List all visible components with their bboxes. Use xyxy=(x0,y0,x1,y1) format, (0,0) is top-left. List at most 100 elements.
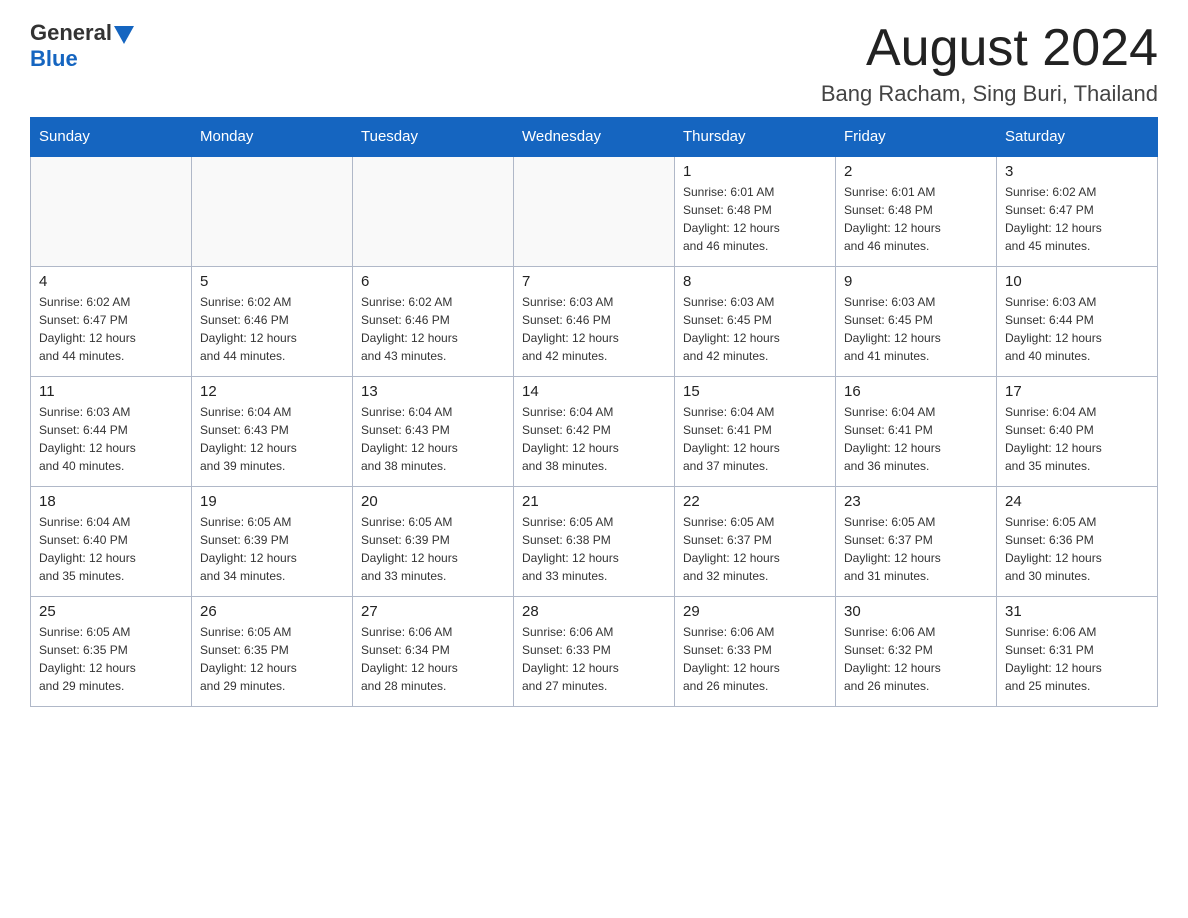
logo-triangle-icon xyxy=(114,26,134,44)
header-day-tuesday: Tuesday xyxy=(353,118,514,157)
calendar-cell: 11 Sunrise: 6:03 AM Sunset: 6:44 PM Dayli… xyxy=(31,376,192,486)
day-info: Sunrise: 6:05 AM Sunset: 6:39 PM Dayligh… xyxy=(200,513,344,585)
calendar-cell: 27 Sunrise: 6:06 AM Sunset: 6:34 PM Dayli… xyxy=(353,596,514,706)
day-info: Sunrise: 6:03 AM Sunset: 6:44 PM Dayligh… xyxy=(39,403,183,475)
calendar-cell: 15 Sunrise: 6:04 AM Sunset: 6:41 PM Dayli… xyxy=(675,376,836,486)
day-number: 31 xyxy=(1005,603,1149,620)
calendar-cell: 18Sunrise: 6:04 AM Sunset: 6:40 PM Dayli… xyxy=(31,486,192,596)
day-number: 22 xyxy=(683,493,827,510)
day-info: Sunrise: 6:05 AM Sunset: 6:35 PM Dayligh… xyxy=(39,623,183,695)
day-info: Sunrise: 6:06 AM Sunset: 6:34 PM Dayligh… xyxy=(361,623,505,695)
day-info: Sunrise: 6:04 AM Sunset: 6:42 PM Dayligh… xyxy=(522,403,666,475)
week-row-2: 4 Sunrise: 6:02 AM Sunset: 6:47 PM Daylig… xyxy=(31,266,1158,376)
day-number: 19 xyxy=(200,493,344,510)
calendar-cell: 17Sunrise: 6:04 AM Sunset: 6:40 PM Dayli… xyxy=(997,376,1158,486)
day-number: 16 xyxy=(844,383,988,400)
day-number: 4 xyxy=(39,273,183,290)
day-number: 12 xyxy=(200,383,344,400)
calendar-cell: 25 Sunrise: 6:05 AM Sunset: 6:35 PM Dayli… xyxy=(31,596,192,706)
header-day-thursday: Thursday xyxy=(675,118,836,157)
calendar-cell: 9 Sunrise: 6:03 AM Sunset: 6:45 PM Daylig… xyxy=(836,266,997,376)
day-number: 5 xyxy=(200,273,344,290)
calendar-cell xyxy=(192,156,353,266)
location-title: Bang Racham, Sing Buri, Thailand xyxy=(821,81,1158,107)
calendar-cell: 24Sunrise: 6:05 AM Sunset: 6:36 PM Dayli… xyxy=(997,486,1158,596)
logo: General Blue xyxy=(30,20,134,72)
day-number: 30 xyxy=(844,603,988,620)
day-info: Sunrise: 6:01 AM Sunset: 6:48 PM Dayligh… xyxy=(683,183,827,255)
week-row-5: 25 Sunrise: 6:05 AM Sunset: 6:35 PM Dayli… xyxy=(31,596,1158,706)
header-day-sunday: Sunday xyxy=(31,118,192,157)
day-number: 2 xyxy=(844,163,988,180)
day-number: 1 xyxy=(683,163,827,180)
day-number: 29 xyxy=(683,603,827,620)
calendar-cell: 8 Sunrise: 6:03 AM Sunset: 6:45 PM Daylig… xyxy=(675,266,836,376)
day-info: Sunrise: 6:03 AM Sunset: 6:45 PM Dayligh… xyxy=(844,293,988,365)
calendar-cell: 20Sunrise: 6:05 AM Sunset: 6:39 PM Dayli… xyxy=(353,486,514,596)
calendar-cell: 26 Sunrise: 6:05 AM Sunset: 6:35 PM Dayli… xyxy=(192,596,353,706)
logo-text: General Blue xyxy=(30,20,134,72)
title-area: August 2024 Bang Racham, Sing Buri, Thai… xyxy=(821,20,1158,107)
day-number: 23 xyxy=(844,493,988,510)
day-number: 8 xyxy=(683,273,827,290)
day-number: 10 xyxy=(1005,273,1149,290)
day-info: Sunrise: 6:05 AM Sunset: 6:36 PM Dayligh… xyxy=(1005,513,1149,585)
calendar-cell xyxy=(514,156,675,266)
day-info: Sunrise: 6:04 AM Sunset: 6:43 PM Dayligh… xyxy=(361,403,505,475)
day-info: Sunrise: 6:05 AM Sunset: 6:37 PM Dayligh… xyxy=(844,513,988,585)
calendar-cell: 7 Sunrise: 6:03 AM Sunset: 6:46 PM Daylig… xyxy=(514,266,675,376)
day-number: 14 xyxy=(522,383,666,400)
calendar-cell: 14 Sunrise: 6:04 AM Sunset: 6:42 PM Dayli… xyxy=(514,376,675,486)
day-number: 11 xyxy=(39,383,183,400)
calendar-cell: 16Sunrise: 6:04 AM Sunset: 6:41 PM Dayli… xyxy=(836,376,997,486)
calendar-cell: 23 Sunrise: 6:05 AM Sunset: 6:37 PM Dayli… xyxy=(836,486,997,596)
day-info: Sunrise: 6:05 AM Sunset: 6:35 PM Dayligh… xyxy=(200,623,344,695)
day-number: 3 xyxy=(1005,163,1149,180)
day-info: Sunrise: 6:02 AM Sunset: 6:46 PM Dayligh… xyxy=(200,293,344,365)
day-number: 25 xyxy=(39,603,183,620)
header: General Blue August 2024 Bang Racham, Si… xyxy=(30,20,1158,107)
day-info: Sunrise: 6:05 AM Sunset: 6:38 PM Dayligh… xyxy=(522,513,666,585)
week-row-1: 1 Sunrise: 6:01 AM Sunset: 6:48 PM Daylig… xyxy=(31,156,1158,266)
day-info: Sunrise: 6:03 AM Sunset: 6:45 PM Dayligh… xyxy=(683,293,827,365)
day-info: Sunrise: 6:06 AM Sunset: 6:32 PM Dayligh… xyxy=(844,623,988,695)
day-info: Sunrise: 6:04 AM Sunset: 6:43 PM Dayligh… xyxy=(200,403,344,475)
calendar-cell: 4 Sunrise: 6:02 AM Sunset: 6:47 PM Daylig… xyxy=(31,266,192,376)
day-number: 7 xyxy=(522,273,666,290)
day-info: Sunrise: 6:06 AM Sunset: 6:33 PM Dayligh… xyxy=(522,623,666,695)
header-day-saturday: Saturday xyxy=(997,118,1158,157)
header-day-wednesday: Wednesday xyxy=(514,118,675,157)
calendar-cell: 1 Sunrise: 6:01 AM Sunset: 6:48 PM Daylig… xyxy=(675,156,836,266)
day-number: 28 xyxy=(522,603,666,620)
calendar-cell: 12 Sunrise: 6:04 AM Sunset: 6:43 PM Dayli… xyxy=(192,376,353,486)
day-info: Sunrise: 6:06 AM Sunset: 6:31 PM Dayligh… xyxy=(1005,623,1149,695)
day-number: 21 xyxy=(522,493,666,510)
day-info: Sunrise: 6:02 AM Sunset: 6:47 PM Dayligh… xyxy=(1005,183,1149,255)
day-info: Sunrise: 6:02 AM Sunset: 6:47 PM Dayligh… xyxy=(39,293,183,365)
header-day-monday: Monday xyxy=(192,118,353,157)
calendar-cell: 19 Sunrise: 6:05 AM Sunset: 6:39 PM Dayli… xyxy=(192,486,353,596)
day-number: 27 xyxy=(361,603,505,620)
week-row-3: 11 Sunrise: 6:03 AM Sunset: 6:44 PM Dayli… xyxy=(31,376,1158,486)
day-number: 6 xyxy=(361,273,505,290)
calendar-cell: 31 Sunrise: 6:06 AM Sunset: 6:31 PM Dayli… xyxy=(997,596,1158,706)
month-title: August 2024 xyxy=(821,20,1158,77)
day-info: Sunrise: 6:05 AM Sunset: 6:39 PM Dayligh… xyxy=(361,513,505,585)
calendar-cell: 3 Sunrise: 6:02 AM Sunset: 6:47 PM Daylig… xyxy=(997,156,1158,266)
calendar-cell: 6 Sunrise: 6:02 AM Sunset: 6:46 PM Daylig… xyxy=(353,266,514,376)
day-number: 26 xyxy=(200,603,344,620)
calendar-cell: 29Sunrise: 6:06 AM Sunset: 6:33 PM Dayli… xyxy=(675,596,836,706)
day-info: Sunrise: 6:02 AM Sunset: 6:46 PM Dayligh… xyxy=(361,293,505,365)
header-day-friday: Friday xyxy=(836,118,997,157)
calendar-cell: 5 Sunrise: 6:02 AM Sunset: 6:46 PM Daylig… xyxy=(192,266,353,376)
day-number: 9 xyxy=(844,273,988,290)
day-info: Sunrise: 6:04 AM Sunset: 6:41 PM Dayligh… xyxy=(683,403,827,475)
calendar-cell: 10Sunrise: 6:03 AM Sunset: 6:44 PM Dayli… xyxy=(997,266,1158,376)
day-info: Sunrise: 6:04 AM Sunset: 6:40 PM Dayligh… xyxy=(1005,403,1149,475)
logo-blue: Blue xyxy=(30,46,78,72)
day-info: Sunrise: 6:03 AM Sunset: 6:46 PM Dayligh… xyxy=(522,293,666,365)
day-info: Sunrise: 6:01 AM Sunset: 6:48 PM Dayligh… xyxy=(844,183,988,255)
day-number: 15 xyxy=(683,383,827,400)
day-number: 13 xyxy=(361,383,505,400)
calendar-cell: 13 Sunrise: 6:04 AM Sunset: 6:43 PM Dayli… xyxy=(353,376,514,486)
